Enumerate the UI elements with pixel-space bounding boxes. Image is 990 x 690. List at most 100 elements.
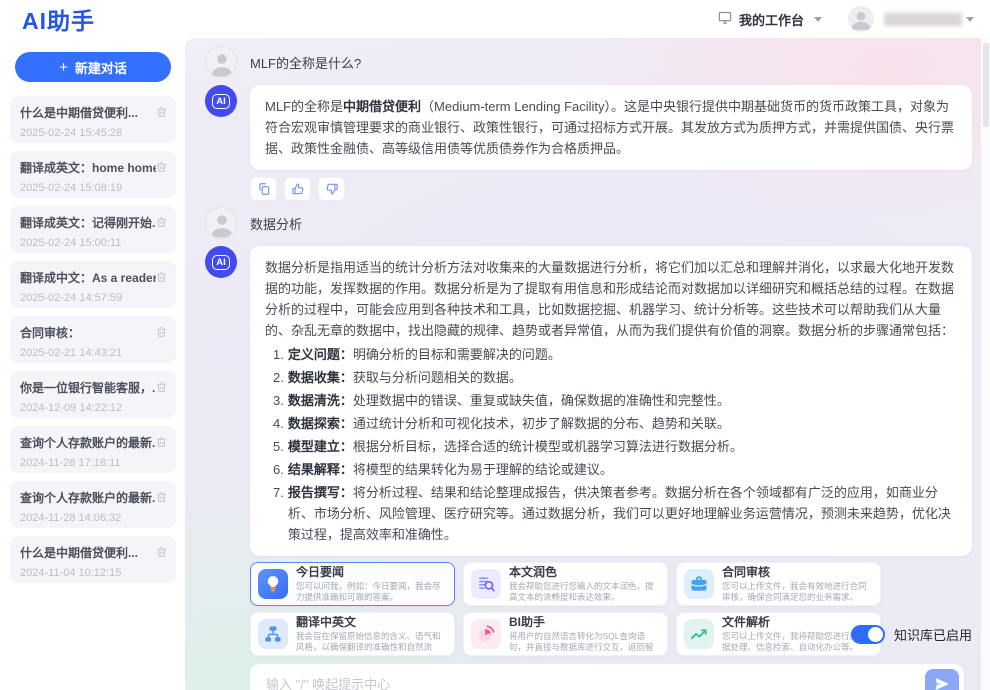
conversation-time: 2025-02-24 15:45:28 [20, 127, 166, 139]
knowledge-base-toggle[interactable] [851, 625, 885, 644]
feature-card-desc: 您可以问我，例如：今日要闻，我会尽力提供准确和可靠的答案。 [296, 581, 448, 603]
conversation-title: 合同审核： [20, 324, 156, 341]
user-message-row: 数据分析 [205, 207, 972, 239]
ai-avatar-label: AI [212, 94, 230, 109]
feature-card-title: BI助手 [509, 616, 661, 629]
username-blurred [884, 13, 962, 26]
chevron-down-icon [814, 17, 822, 22]
conversation-time: 2025-02-24 15:08:19 [20, 182, 166, 194]
ai-message-row: AI 数据分析是指用适当的统计分析方法对收集来的大量数据进行分析，将它们加以汇总… [205, 246, 972, 556]
conversation-time: 2025-02-24 14:57:59 [20, 292, 166, 304]
copy-button[interactable] [250, 177, 277, 201]
feature-card-title: 本文润色 [509, 566, 661, 579]
feature-card-section: 今日要闻 您可以问我，例如：今日要闻，我会尽力提供准确和可靠的答案。 本文润色 … [250, 562, 972, 656]
user-avatar [205, 46, 237, 78]
thumbs-up-button[interactable] [284, 177, 311, 201]
pie-chart-icon [471, 619, 501, 649]
conversation-title: 翻译成英文：记得刚开始... [20, 214, 156, 231]
feature-card-text: 本文润色 我会帮助您进行您输入的文本润色，提高文本的流畅度和表达效果。 [509, 566, 661, 603]
feature-card-title: 合同审核 [722, 566, 874, 579]
ai-message-row: AI MLF的全称是中期借贷便利（Medium-term Lending Fac… [205, 85, 972, 170]
step-text: 报告撰写：将分析过程、结果和结论整理成报告，供决策者参考。数据分析在各个领域都有… [288, 482, 957, 545]
thumbs-down-button[interactable] [318, 177, 345, 201]
new-chat-label: 新建对话 [75, 58, 127, 77]
conversation-item[interactable]: 翻译成中文：As a reader... 2025-02-24 14:57:59 [10, 261, 176, 308]
conversation-title: 你是一位银行智能客服，... [20, 379, 156, 396]
step-text: 数据探索：通过统计分析和可视化技术，初步了解数据的分布、趋势和关联。 [288, 413, 730, 434]
conversation-item[interactable]: 什么是中期借贷便利... 2025-02-24 15:45:28 [10, 96, 176, 143]
trash-icon[interactable] [155, 490, 168, 504]
trash-icon[interactable] [155, 105, 168, 119]
trash-icon[interactable] [155, 380, 168, 394]
conversation-item[interactable]: 你是一位银行智能客服，... 2024-12-09 14:22:12 [10, 371, 176, 418]
conversation-item[interactable]: 什么是中期借贷便利... 2024-11-04 10:12:15 [10, 536, 176, 583]
list-item: 1. 定义问题：明确分析的目标和需要解决的问题。 [273, 344, 957, 365]
conversation-time: 2025-02-24 15:00:11 [20, 237, 166, 249]
feature-card-desc: 我会帮助您进行您输入的文本润色，提高文本的流畅度和表达效果。 [509, 581, 661, 603]
ai-avatar: AI [205, 85, 237, 117]
conversation-item[interactable]: 合同审核： 2025-02-21 14:43:21 [10, 316, 176, 363]
paper-plane-icon [934, 676, 950, 690]
trend-arrow-icon [684, 619, 714, 649]
conversation-list: 什么是中期借贷便利... 2025-02-24 15:45:28 翻译成英文：h… [10, 96, 176, 583]
conversation-item[interactable]: 翻译成英文：记得刚开始... 2025-02-24 15:00:11 [10, 206, 176, 253]
feature-card-bi-assistant[interactable]: BI助手 将用户的自然语言转化为SQL查询语句，并直接与数据库进行交互，返回智能… [463, 612, 668, 656]
app-logo: AI助手 [22, 2, 95, 36]
scrollbar-thumb[interactable] [983, 43, 989, 127]
ai-message-bold: 中期借贷便利 [343, 99, 421, 114]
trash-icon[interactable] [155, 160, 168, 174]
feature-card-text: 翻译中英文 我会旨在保留原始信息的含义、语气和风格，以确保翻译的准确性和自然流畅… [296, 616, 448, 653]
briefcase-icon [684, 569, 714, 599]
step-number: 6. [273, 459, 284, 480]
trash-icon[interactable] [155, 435, 168, 449]
conversation-time: 2024-11-28 14:06:32 [20, 512, 166, 524]
ai-message-card: MLF的全称是中期借贷便利（Medium-term Lending Facili… [250, 85, 972, 170]
trash-icon[interactable] [155, 270, 168, 284]
user-avatar [205, 207, 237, 239]
conversation-time: 2025-02-21 14:43:21 [20, 347, 166, 359]
list-item: 6. 结果解释：将模型的结果转化为易于理解的结论或建议。 [273, 459, 957, 480]
step-text: 结果解释：将模型的结果转化为易于理解的结论或建议。 [288, 459, 613, 480]
feature-card-contract-review[interactable]: 合同审核 您可以上传文件，我会有效地进行合同审核，确保合同满足您的业务需求。 [676, 562, 881, 606]
analysis-steps-list: 1. 定义问题：明确分析的目标和需要解决的问题。 2. 数据收集：获取与分析问题… [265, 344, 957, 545]
conversation-item[interactable]: 翻译成英文：home home 2025-02-24 15:08:19 [10, 151, 176, 198]
feature-card-text: 今日要闻 您可以问我，例如：今日要闻，我会尽力提供准确和可靠的答案。 [296, 566, 448, 603]
trash-icon[interactable] [155, 215, 168, 229]
step-number: 2. [273, 367, 284, 388]
feature-card-desc: 我会旨在保留原始信息的含义、语气和风格，以确保翻译的准确性和自然流畅。 [296, 631, 448, 653]
list-item: 3. 数据清洗：处理数据中的错误、重复或缺失值，确保数据的准确性和完整性。 [273, 390, 957, 411]
conversation-time: 2024-12-09 14:22:12 [20, 402, 166, 414]
conversation-time: 2024-11-04 10:12:15 [20, 567, 166, 579]
chat-content: MLF的全称是什么? AI MLF的全称是中期借贷便利（Medium-term … [205, 46, 972, 690]
feature-card-translate[interactable]: 翻译中英文 我会旨在保留原始信息的含义、语气和风格，以确保翻译的准确性和自然流畅… [250, 612, 455, 656]
conversation-time: 2024-11-28 17:18:11 [20, 457, 166, 469]
feature-card-text-polish[interactable]: 本文润色 我会帮助您进行您输入的文本润色，提高文本的流畅度和表达效果。 [463, 562, 668, 606]
top-bar: AI助手 我的工作台 [0, 0, 990, 38]
sidebar: + 新建对话 什么是中期借贷便利... 2025-02-24 15:45:28 … [0, 38, 185, 690]
chat-panel: MLF的全称是什么? AI MLF的全称是中期借贷便利（Medium-term … [185, 38, 990, 690]
trash-icon[interactable] [155, 545, 168, 559]
message-actions [250, 177, 972, 201]
step-number: 5. [273, 436, 284, 457]
message-input[interactable] [266, 677, 925, 690]
feature-card-desc: 您可以上传文件，我会有效地进行合同审核，确保合同满足您的业务需求。 [722, 581, 874, 603]
send-button[interactable] [925, 669, 959, 690]
trash-icon[interactable] [155, 325, 168, 339]
conversation-item[interactable]: 查询个人存款账户的最新... 2024-11-28 17:18:11 [10, 426, 176, 473]
chevron-down-icon[interactable] [966, 17, 974, 22]
polish-doc-icon [471, 569, 501, 599]
scrollbar-track[interactable] [981, 38, 990, 690]
feature-card-text: 合同审核 您可以上传文件，我会有效地进行合同审核，确保合同满足您的业务需求。 [722, 566, 874, 603]
ai-message-card: 数据分析是指用适当的统计分析方法对收集来的大量数据进行分析，将它们加以汇总和理解… [250, 246, 972, 556]
new-chat-button[interactable]: + 新建对话 [15, 52, 171, 82]
step-number: 7. [273, 482, 284, 545]
workspace-menu[interactable]: 我的工作台 [717, 10, 822, 29]
user-avatar[interactable] [848, 6, 874, 32]
feature-card-text: BI助手 将用户的自然语言转化为SQL查询语句，并直接与数据库进行交互，返回智能… [509, 616, 661, 653]
conversation-item[interactable]: 查询个人存款账户的最新... 2024-11-28 14:06:32 [10, 481, 176, 528]
feature-card-daily-news[interactable]: 今日要闻 您可以问我，例如：今日要闻，我会尽力提供准确和可靠的答案。 [250, 562, 455, 606]
ai-message-intro: 数据分析是指用适当的统计分析方法对收集来的大量数据进行分析，将它们加以汇总和理解… [265, 257, 957, 341]
feature-card-title: 翻译中英文 [296, 616, 448, 629]
thumbs-down-icon [325, 182, 339, 196]
user-message-text: MLF的全称是什么? [250, 53, 361, 72]
